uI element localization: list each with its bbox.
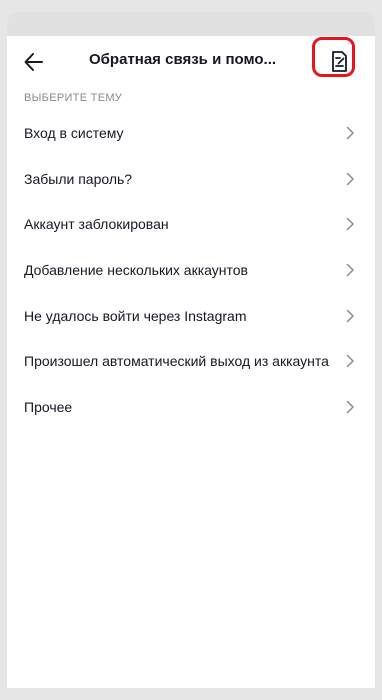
topic-row-other[interactable]: Прочее	[7, 384, 375, 430]
chevron-right-icon	[346, 309, 354, 322]
chevron-right-icon	[346, 126, 354, 140]
chevron-right-icon	[346, 400, 354, 414]
topic-row-forgot-password[interactable]: Забыли пароль?	[7, 156, 375, 202]
status-bar-area	[7, 12, 375, 36]
topic-label: Добавление нескольких аккаунтов	[24, 261, 248, 278]
topic-row-multiple-accounts[interactable]: Добавление нескольких аккаунтов	[7, 247, 375, 293]
topic-label: Аккаунт заблокирован	[24, 216, 169, 233]
chevron-right-icon	[346, 355, 354, 368]
topic-row-account-blocked[interactable]: Аккаунт заблокирован	[7, 201, 375, 247]
top-nav-bar: Обратная связь и помо...	[7, 36, 375, 88]
section-header: ВЫБЕРИТЕ ТЕМУ	[24, 92, 123, 104]
page-title: Обратная связь и помо...	[89, 51, 277, 68]
feedback-note-icon	[332, 51, 347, 72]
topic-row-instagram-login[interactable]: Не удалось войти через Instagram	[7, 293, 375, 339]
topic-label: Не удалось войти через Instagram	[24, 307, 247, 324]
app-screen: Обратная связь и помо... ВЫБЕРИТЕ ТЕМУ В…	[7, 12, 375, 688]
feedback-button[interactable]	[321, 44, 357, 80]
chevron-right-icon	[346, 217, 354, 231]
topic-label: Произошел автоматический выход из аккаун…	[24, 353, 329, 370]
topic-row-auto-logout[interactable]: Произошел автоматический выход из аккаун…	[7, 338, 375, 384]
topic-row-login[interactable]: Вход в систему	[7, 110, 375, 156]
chevron-right-icon	[346, 172, 354, 185]
topic-label: Вход в систему	[24, 124, 124, 141]
back-button[interactable]	[21, 49, 47, 75]
chevron-right-icon	[346, 263, 354, 277]
topic-list: Вход в систему Забыли пароль? Аккаунт за…	[7, 110, 375, 430]
arrow-left-icon	[24, 53, 43, 71]
topic-label: Забыли пароль?	[24, 170, 133, 187]
topic-label: Прочее	[24, 398, 73, 415]
